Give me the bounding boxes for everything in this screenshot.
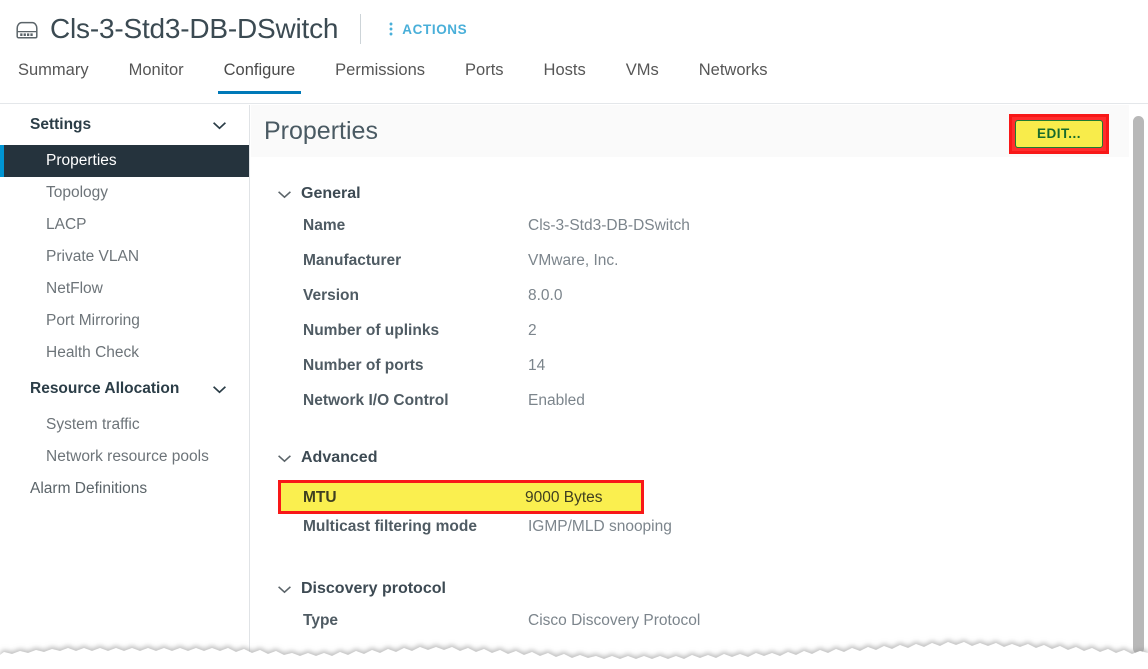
chevron-down-icon — [213, 121, 226, 129]
chevron-down-icon — [278, 190, 291, 198]
property-value: IGMP/MLD snooping — [528, 518, 672, 535]
section-advanced: Advanced MTU 9000 Bytes Multicast filter… — [277, 443, 1129, 552]
sidebar-item-label: Network resource pools — [46, 448, 209, 465]
property-value: Cls-3-Std3-DB-DSwitch — [528, 217, 690, 234]
sidebar-item-network-resource-pools[interactable]: Network resource pools — [0, 441, 249, 473]
settings-sidebar: Settings Properties Topology LACP Privat… — [0, 105, 250, 669]
sidebar-item-netflow[interactable]: NetFlow — [0, 273, 249, 305]
sidebar-group-resource-allocation[interactable]: Resource Allocation — [0, 369, 249, 409]
sidebar-group-label: Resource Allocation — [30, 380, 180, 397]
sidebar-item-label: Port Mirroring — [46, 312, 140, 329]
actions-label: ACTIONS — [402, 21, 468, 37]
edit-button[interactable]: EDIT... — [1014, 120, 1103, 148]
property-row-type: Type Cisco Discovery Protocol — [277, 611, 1129, 646]
property-value: VMware, Inc. — [528, 252, 619, 269]
property-value: 2 — [528, 322, 537, 339]
sidebar-item-properties[interactable]: Properties — [0, 145, 249, 177]
properties-body: General Name Cls-3-Std3-DB-DSwitch Manuf… — [251, 157, 1129, 646]
tab-monitor[interactable]: Monitor — [127, 58, 186, 94]
header-divider — [360, 14, 362, 44]
distributed-switch-icon — [16, 21, 38, 39]
tab-configure[interactable]: Configure — [217, 58, 301, 94]
section-header-discovery-protocol[interactable]: Discovery protocol — [277, 574, 1129, 604]
property-value: 14 — [528, 357, 546, 374]
property-label: Number of uplinks — [303, 322, 440, 339]
property-row-number-of-uplinks: Number of uplinks 2 — [277, 321, 1129, 356]
sidebar-group-settings[interactable]: Settings — [0, 105, 249, 145]
section-title: General — [301, 185, 361, 202]
sidebar-item-label: System traffic — [46, 416, 140, 433]
tab-summary[interactable]: Summary — [16, 58, 91, 94]
property-row-mtu: MTU 9000 Bytes — [278, 480, 644, 514]
tab-ports[interactable]: Ports — [463, 58, 506, 94]
tab-vms[interactable]: VMs — [624, 58, 661, 94]
section-general: General Name Cls-3-Std3-DB-DSwitch Manuf… — [277, 179, 1129, 426]
sidebar-item-alarm-definitions[interactable]: Alarm Definitions — [0, 473, 249, 505]
property-label: Version — [303, 287, 359, 304]
sidebar-item-label: Topology — [46, 184, 109, 201]
chevron-down-icon — [278, 454, 291, 462]
property-label: Number of ports — [303, 357, 424, 374]
tab-networks[interactable]: Networks — [697, 58, 770, 94]
property-label: Name — [303, 217, 346, 234]
section-title: Advanced — [301, 449, 378, 466]
page-title: Cls-3-Std3-DB-DSwitch — [50, 13, 339, 44]
property-value: Enabled — [528, 392, 585, 409]
sidebar-item-topology[interactable]: Topology — [0, 177, 249, 209]
chevron-down-icon — [278, 585, 291, 593]
property-value: 9000 Bytes — [525, 488, 603, 506]
property-row-version: Version 8.0.0 — [277, 286, 1129, 321]
sidebar-item-health-check[interactable]: Health Check — [0, 337, 249, 369]
sidebar-item-lacp[interactable]: LACP — [0, 209, 249, 241]
sidebar-item-system-traffic[interactable]: System traffic — [0, 409, 249, 441]
sidebar-item-label: Properties — [46, 152, 117, 169]
vsphere-dswitch-configure-page: Cls-3-Std3-DB-DSwitch ACTIONS Summary Mo… — [0, 0, 1148, 669]
actions-button[interactable]: ACTIONS — [381, 18, 471, 40]
sidebar-group-label: Settings — [30, 116, 92, 133]
sidebar-item-label: LACP — [46, 216, 87, 233]
section-title: Discovery protocol — [301, 580, 446, 597]
content-title: Properties — [264, 116, 378, 145]
sidebar-item-label: NetFlow — [46, 280, 103, 297]
property-value: Cisco Discovery Protocol — [528, 612, 701, 629]
property-row-network-io-control: Network I/O Control Enabled — [277, 391, 1129, 426]
edit-button-highlight: EDIT... — [1008, 114, 1109, 154]
section-header-general[interactable]: General — [277, 179, 1129, 209]
chevron-down-icon — [213, 385, 226, 393]
properties-content-pane: Properties EDIT... General Name Cls-3-St… — [251, 105, 1129, 669]
tab-permissions[interactable]: Permissions — [333, 58, 427, 94]
sidebar-item-private-vlan[interactable]: Private VLAN — [0, 241, 249, 273]
property-label: MTU — [303, 488, 337, 506]
kebab-menu-icon — [389, 22, 393, 36]
sidebar-item-label: Health Check — [46, 344, 140, 361]
property-row-multicast-filtering-mode: Multicast filtering mode IGMP/MLD snoopi… — [277, 517, 1129, 552]
sidebar-item-label: Alarm Definitions — [30, 480, 148, 497]
property-label: Network I/O Control — [303, 392, 449, 409]
property-row-manufacturer: Manufacturer VMware, Inc. — [277, 251, 1129, 286]
property-row-number-of-ports: Number of ports 14 — [277, 356, 1129, 391]
property-value: 8.0.0 — [528, 287, 563, 304]
property-label: Manufacturer — [303, 252, 402, 269]
tab-bar: Summary Monitor Configure Permissions Po… — [0, 58, 1148, 104]
property-row-name: Name Cls-3-Std3-DB-DSwitch — [277, 216, 1129, 251]
section-header-advanced[interactable]: Advanced — [277, 443, 1129, 473]
sidebar-item-port-mirroring[interactable]: Port Mirroring — [0, 305, 249, 337]
tab-hosts[interactable]: Hosts — [542, 58, 588, 94]
property-label: Multicast filtering mode — [303, 518, 477, 535]
vertical-scrollbar-thumb[interactable] — [1133, 116, 1144, 654]
object-header: Cls-3-Std3-DB-DSwitch ACTIONS — [0, 0, 1148, 58]
section-discovery-protocol: Discovery protocol Type Cisco Discovery … — [277, 574, 1129, 646]
sidebar-item-label: Private VLAN — [46, 248, 140, 265]
property-label: Type — [303, 612, 339, 629]
content-header: Properties EDIT... — [251, 105, 1129, 157]
